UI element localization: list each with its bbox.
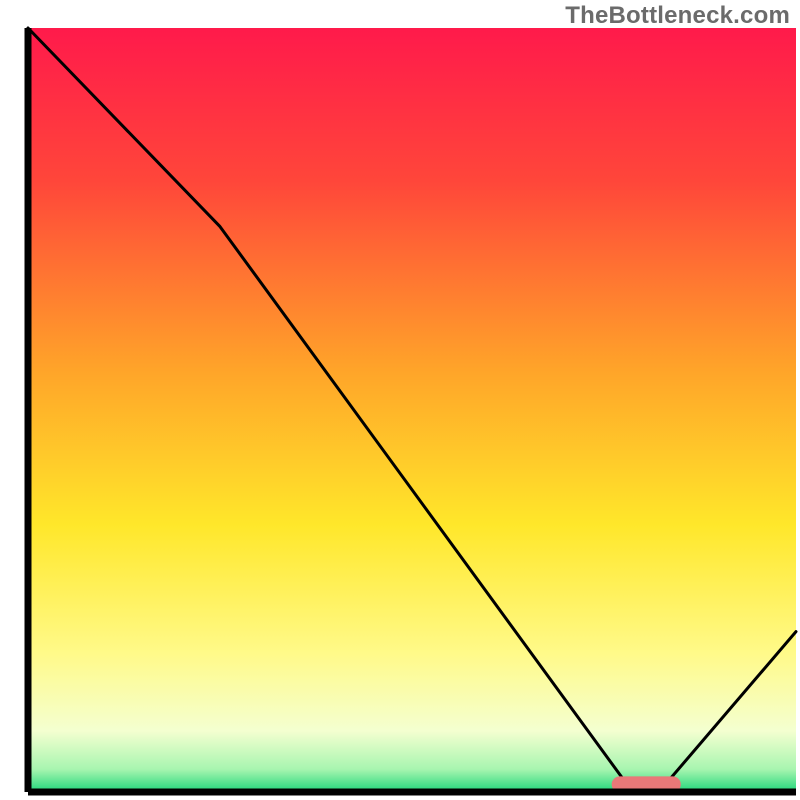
bottleneck-chart: TheBottleneck.com	[0, 0, 800, 800]
chart-svg	[0, 0, 800, 800]
plot-background	[28, 28, 796, 792]
watermark-text: TheBottleneck.com	[565, 2, 790, 30]
